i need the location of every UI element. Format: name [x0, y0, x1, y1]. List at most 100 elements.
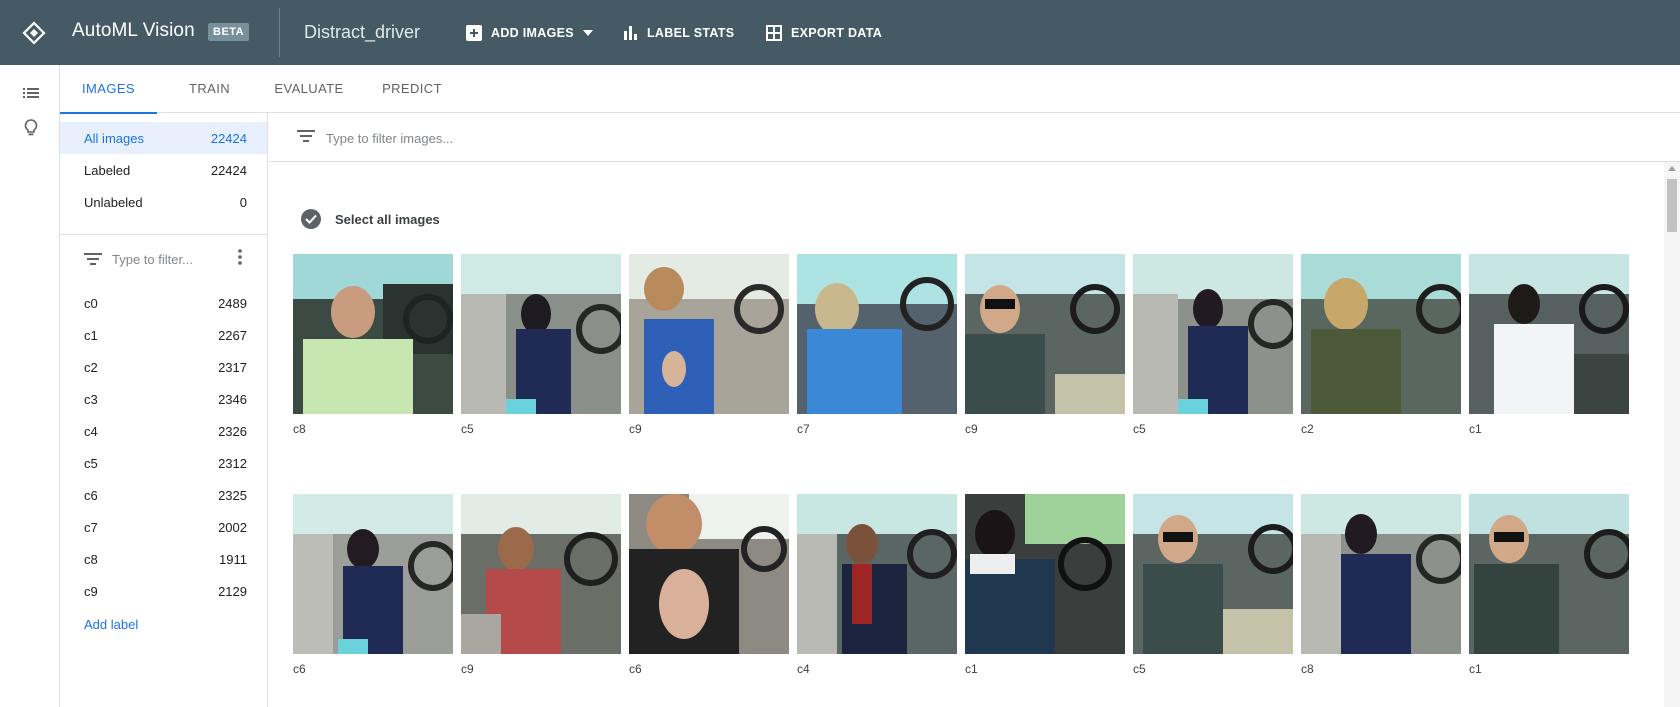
- label-stats-button[interactable]: LABEL STATS: [624, 22, 734, 44]
- vertical-scrollbar[interactable]: [1664, 162, 1680, 707]
- app-title: AutoML Vision: [72, 20, 195, 41]
- image-label: c8: [1301, 662, 1314, 676]
- list-icon[interactable]: [21, 83, 41, 103]
- add-images-label: ADD IMAGES: [491, 26, 574, 40]
- left-rail: [0, 65, 60, 707]
- image-tile[interactable]: c8: [293, 254, 453, 436]
- image-tile[interactable]: c8: [1301, 494, 1461, 676]
- label-stats-label: LABEL STATS: [647, 26, 735, 40]
- driver-photo: [1301, 494, 1461, 654]
- image-tile[interactable]: c2: [1301, 254, 1461, 436]
- lightbulb-icon[interactable]: [21, 118, 41, 138]
- label-row-c8[interactable]: c8 1911: [60, 544, 267, 574]
- image-label: c5: [461, 422, 474, 436]
- add-box-icon: [466, 25, 482, 41]
- image-tile[interactable]: c6: [629, 494, 789, 676]
- label-row-c1[interactable]: c1 2267: [60, 320, 267, 350]
- image-tile[interactable]: c5: [1133, 494, 1293, 676]
- panel-divider: [60, 234, 267, 235]
- driver-photo: [293, 254, 453, 414]
- filter-icon: [84, 253, 102, 265]
- tab-predict[interactable]: PREDICT: [356, 65, 468, 113]
- tab-evaluate[interactable]: EVALUATE: [262, 65, 356, 113]
- add-images-button[interactable]: ADD IMAGES: [466, 22, 593, 44]
- image-tile[interactable]: c9: [461, 494, 621, 676]
- top-app-bar: AutoML Vision BETA Distract_driver ADD I…: [0, 0, 1680, 65]
- label-row-c2[interactable]: c2 2317: [60, 352, 267, 382]
- image-tile[interactable]: c4: [797, 494, 957, 676]
- driver-photo: [293, 494, 453, 654]
- bar-chart-icon: [624, 26, 637, 40]
- label-name: c7: [84, 519, 98, 535]
- label-name: c8: [84, 551, 98, 567]
- driver-photo: [1469, 494, 1629, 654]
- image-filter-bar: [269, 113, 1680, 162]
- label-name: c5: [84, 455, 98, 471]
- tab-images[interactable]: IMAGES: [60, 65, 157, 114]
- driver-photo: [965, 494, 1125, 654]
- filter-label: Labeled: [84, 162, 131, 178]
- add-label-link[interactable]: Add label: [84, 617, 138, 632]
- image-tile[interactable]: c6: [293, 494, 453, 676]
- more-vert-icon[interactable]: [238, 249, 242, 265]
- scroll-up-arrow-icon[interactable]: [1668, 166, 1676, 171]
- image-label: c5: [1133, 662, 1146, 676]
- label-filter-placeholder: Type to filter...: [112, 251, 193, 267]
- label-row-c7[interactable]: c7 2002: [60, 512, 267, 542]
- image-tile[interactable]: c1: [965, 494, 1125, 676]
- image-tile[interactable]: c9: [965, 254, 1125, 436]
- label-count: 2002: [218, 519, 247, 535]
- label-panel: All images 22424 Labeled 22424 Unlabeled…: [60, 113, 268, 707]
- label-row-c6[interactable]: c6 2325: [60, 480, 267, 510]
- label-count: 2325: [218, 487, 247, 503]
- driver-photo: [629, 254, 789, 414]
- dataset-name: Distract_driver: [304, 22, 421, 42]
- label-name: c0: [84, 295, 98, 311]
- automl-logo-icon[interactable]: [22, 21, 46, 45]
- image-tile[interactable]: c7: [797, 254, 957, 436]
- filter-unlabeled[interactable]: Unlabeled 0: [60, 186, 267, 218]
- label-row-c3[interactable]: c3 2346: [60, 384, 267, 414]
- driver-photo: [1469, 254, 1629, 414]
- label-row-c0[interactable]: c0 2489: [60, 288, 267, 318]
- filter-label: All images: [84, 130, 144, 146]
- label-count: 2267: [218, 327, 247, 343]
- label-name: c4: [84, 423, 98, 439]
- filter-labeled[interactable]: Labeled 22424: [60, 154, 267, 186]
- image-tile[interactable]: c5: [1133, 254, 1293, 436]
- image-label: c6: [293, 662, 306, 676]
- label-name: c9: [84, 583, 98, 599]
- driver-photo: [461, 494, 621, 654]
- label-count: 2489: [218, 295, 247, 311]
- header-divider: [279, 8, 280, 57]
- tab-train[interactable]: TRAIN: [157, 65, 262, 113]
- driver-photo: [461, 254, 621, 414]
- label-name: c1: [84, 327, 98, 343]
- image-label: c1: [1469, 662, 1482, 676]
- export-data-button[interactable]: EXPORT DATA: [766, 22, 882, 44]
- driver-photo: [1133, 494, 1293, 654]
- label-count: 2312: [218, 455, 247, 471]
- filter-all-images[interactable]: All images 22424: [60, 122, 267, 154]
- select-all-label: Select all images: [335, 211, 440, 227]
- scroll-thumb[interactable]: [1667, 179, 1677, 232]
- image-tile[interactable]: c1: [1469, 494, 1629, 676]
- filter-count: 22424: [210, 162, 247, 178]
- select-all-images[interactable]: Select all images: [301, 209, 440, 229]
- label-row-c4[interactable]: c4 2326: [60, 416, 267, 446]
- label-count: 2129: [218, 583, 247, 599]
- check-circle-icon: [301, 209, 321, 229]
- filter-icon: [297, 130, 315, 142]
- label-row-c5[interactable]: c5 2312: [60, 448, 267, 478]
- driver-photo: [965, 254, 1125, 414]
- label-count: 2346: [218, 391, 247, 407]
- image-tile[interactable]: c1: [1469, 254, 1629, 436]
- image-filter-input[interactable]: [326, 127, 926, 149]
- image-tile[interactable]: c9: [629, 254, 789, 436]
- filter-count: 0: [239, 194, 247, 210]
- label-filter[interactable]: Type to filter...: [84, 244, 254, 274]
- image-tile[interactable]: c5: [461, 254, 621, 436]
- driver-photo: [629, 494, 789, 654]
- label-row-c9[interactable]: c9 2129: [60, 576, 267, 606]
- image-label: c8: [293, 422, 306, 436]
